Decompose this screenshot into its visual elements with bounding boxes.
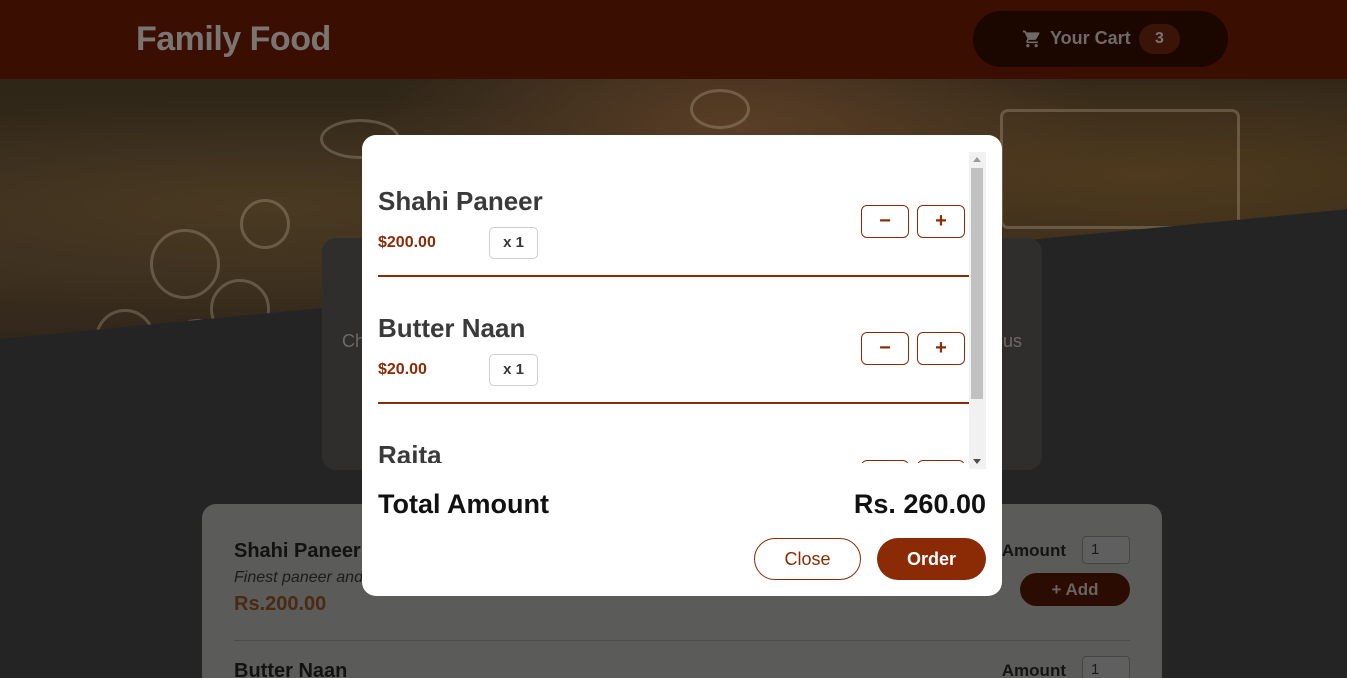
cart-item: Shahi Paneer $200.00 x 1 − + — [378, 152, 969, 279]
meal-divider — [234, 640, 1130, 641]
amount-label: Amount — [1001, 541, 1066, 560]
total-amount-label: Total Amount — [378, 489, 549, 519]
increase-quantity-button[interactable]: + — [917, 332, 965, 365]
amount-input[interactable]: 1 — [1082, 656, 1130, 678]
increase-quantity-button[interactable] — [917, 460, 965, 463]
cart-item-quantity: x 1 — [489, 354, 538, 386]
item-divider — [378, 402, 969, 404]
decrease-quantity-button[interactable]: − — [861, 332, 909, 365]
cart-item-name: Raita — [378, 440, 442, 463]
decrease-quantity-button[interactable]: − — [861, 205, 909, 238]
amount-input[interactable]: 1 — [1082, 536, 1130, 564]
cart-item: Butter Naan $20.00 x 1 − + — [378, 279, 969, 406]
cart-item-name: Shahi Paneer — [378, 186, 543, 216]
cart-item-quantity: x 1 — [489, 227, 538, 259]
your-cart-button[interactable]: Your Cart 3 — [973, 11, 1228, 67]
meal-price: Rs.200.00 — [234, 593, 327, 615]
amount-label: Amount — [1001, 661, 1066, 678]
cart-scrollbar[interactable] — [969, 152, 986, 469]
increase-quantity-button[interactable]: + — [917, 205, 965, 238]
order-button[interactable]: Order — [877, 538, 986, 580]
total-amount-value: Rs. 260.00 — [853, 489, 986, 519]
decrease-quantity-button[interactable] — [861, 460, 909, 463]
cart-items-list[interactable]: Shahi Paneer $200.00 x 1 − + Butter Naan… — [378, 152, 986, 463]
cart-count-badge: 3 — [1139, 24, 1180, 54]
scroll-down-arrow-icon[interactable] — [973, 459, 981, 464]
cart-label: Your Cart — [1050, 28, 1131, 48]
scrollbar-thumb[interactable] — [971, 168, 983, 399]
meal-item: Butter Naan — [234, 660, 1130, 678]
item-divider — [378, 275, 969, 277]
site-header: Family Food Your Cart 3 — [0, 0, 1347, 79]
close-button[interactable]: Close — [754, 538, 861, 580]
cart-item-price: $20.00 — [378, 361, 427, 378]
cart-modal: Shahi Paneer $200.00 x 1 − + Butter Naan… — [362, 135, 1002, 596]
scroll-up-arrow-icon[interactable] — [973, 157, 981, 162]
cart-item-price: $200.00 — [378, 234, 436, 251]
brand-title: Family Food — [136, 20, 331, 58]
add-button[interactable]: + Add — [1020, 573, 1130, 606]
cart-icon — [1022, 30, 1040, 48]
meal-name: Butter Naan — [234, 660, 348, 678]
cart-item: Raita — [378, 406, 969, 463]
cart-item-name: Butter Naan — [378, 313, 526, 343]
